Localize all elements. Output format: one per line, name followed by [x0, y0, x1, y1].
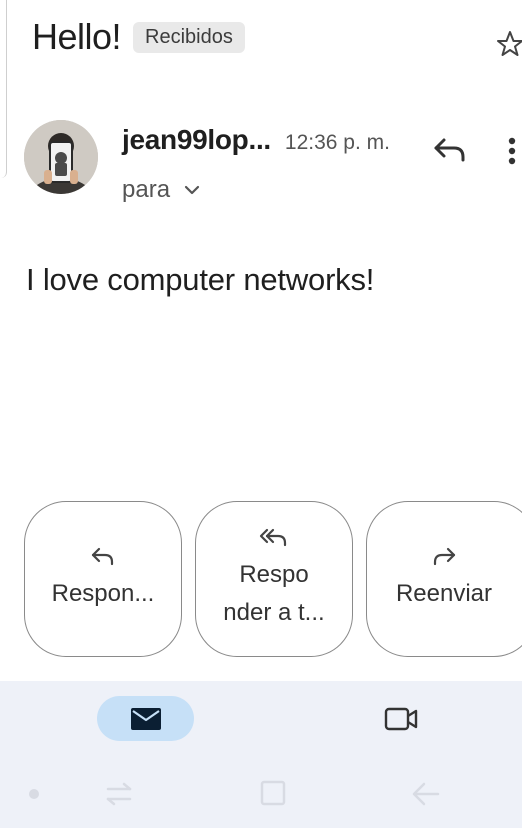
avatar[interactable] — [24, 120, 98, 194]
sender-name[interactable]: jean99lop... — [122, 124, 271, 156]
recents-icon[interactable] — [104, 780, 134, 808]
reply-all-icon — [259, 528, 287, 547]
mail-icon — [130, 707, 161, 730]
reply-button[interactable]: Respon... — [24, 501, 182, 657]
forward-label: Reenviar — [395, 580, 493, 607]
reply-all-button[interactable]: Respo nder a t... — [195, 501, 353, 657]
system-dot-icon[interactable] — [28, 788, 40, 800]
more-vert-icon[interactable] — [502, 134, 522, 168]
to-label: para — [122, 176, 171, 203]
reply-label: Respon... — [51, 580, 155, 607]
email-body: I love computer networks! — [26, 262, 375, 297]
sender-row: jean99lop... 12:36 p. m. — [122, 124, 390, 156]
email-time: 12:36 p. m. — [284, 131, 390, 154]
forward-icon — [433, 547, 456, 566]
forward-button[interactable]: Reenviar — [366, 501, 522, 657]
chevron-down-icon — [184, 185, 200, 195]
label-chip-inbox[interactable]: Recibidos — [133, 21, 245, 53]
side-panel-edge — [0, 0, 7, 178]
reply-all-label-line1: Respo — [239, 561, 309, 588]
home-icon[interactable] — [260, 780, 286, 806]
reply-icon — [91, 547, 114, 566]
star-icon[interactable] — [496, 28, 522, 60]
video-icon[interactable] — [384, 704, 418, 734]
back-icon[interactable] — [410, 780, 442, 808]
reply-icon[interactable] — [432, 134, 468, 164]
email-subject: Hello! — [32, 16, 122, 57]
nav-mail-tab[interactable] — [97, 696, 194, 741]
reply-all-label-line2: nder a t... — [223, 599, 325, 626]
recipients-toggle[interactable]: para — [122, 176, 200, 204]
subject-row: Hello! Recibidos — [32, 16, 245, 58]
avatar-photo — [24, 120, 98, 194]
